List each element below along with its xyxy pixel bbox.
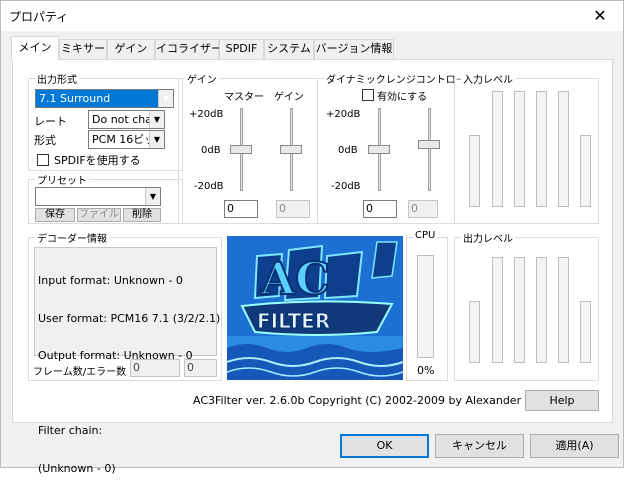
drc-slider2-track[interactable]: [428, 108, 431, 191]
spdif-checkbox[interactable]: [37, 154, 49, 166]
decoder-info-group: デコーダー情報 Input format: Unknown - 0 User f…: [28, 230, 222, 474]
chevron-down-icon[interactable]: ▼: [145, 188, 160, 205]
preset-select[interactable]: ▼: [35, 187, 161, 206]
preset-delete-button[interactable]: 削除: [123, 208, 161, 222]
title-bar: プロパティ ✕: [1, 1, 623, 31]
tab-main[interactable]: メイン: [11, 36, 59, 60]
tab-spdif[interactable]: SPDIF: [219, 39, 264, 59]
drc-slider1-thumb[interactable]: [368, 145, 390, 154]
drc-enable-label: 有効にする: [377, 92, 428, 103]
tab-panel-main: 出力形式 7.1 Surround ▼ レート Do not char ▼ 形式…: [12, 59, 613, 474]
input-meter-3: [514, 91, 525, 207]
input-meter-4: [536, 91, 547, 207]
cpu-meter: [417, 255, 434, 358]
output-format-group-title: 出力形式: [35, 71, 79, 86]
input-meter-5: [558, 91, 569, 207]
output-meter-6: [580, 301, 591, 363]
gain-label: ゲイン: [274, 92, 304, 103]
ok-button[interactable]: OK: [340, 434, 429, 458]
frames-errors-label: フレーム数/エラー数: [33, 367, 127, 378]
drc-enable-checkbox[interactable]: [362, 89, 374, 101]
output-meter-1: [469, 301, 480, 363]
drc-db-mid: 0dB: [338, 145, 358, 156]
preset-file-button[interactable]: ファイル: [77, 208, 121, 222]
decoder-line: [38, 388, 213, 401]
tab-bar: メイン ミキサー ゲイン イコライザー SPDIF システム バージョン情報: [1, 31, 623, 61]
output-format-select[interactable]: 7.1 Surround ▼: [35, 89, 174, 108]
preset-save-button[interactable]: 保存: [35, 208, 75, 222]
ac3filter-logo: AC FILTER: [227, 236, 403, 380]
input-level-group: 入力レベル: [454, 71, 599, 224]
apply-button[interactable]: 適用(A): [530, 434, 619, 458]
master-slider-thumb[interactable]: [230, 145, 252, 154]
logo-filter-text: FILTER: [257, 309, 330, 333]
input-meter-1: [469, 135, 480, 207]
decoder-line: (Unknown - 0): [38, 461, 116, 475]
gain-group: ゲイン マスター ゲイン +20dB 0dB -20dB 0 0: [178, 71, 318, 224]
gain-db-mid: 0dB: [201, 145, 221, 156]
rate-label: レート: [34, 115, 67, 128]
version-text: AC3Filter ver. 2.6.0b Copyright (C) 2002…: [193, 394, 574, 407]
input-level-group-title: 入力レベル: [461, 71, 515, 86]
cancel-button[interactable]: キャンセル: [435, 434, 524, 458]
logo-ac-text: AC: [260, 254, 330, 305]
chevron-down-icon[interactable]: ▼: [158, 90, 173, 107]
gain-db-top: +20dB: [189, 109, 224, 120]
ship-logo-icon: AC FILTER: [227, 236, 403, 380]
format-select[interactable]: PCM 16ビット ▼: [88, 130, 165, 149]
gain-group-title: ゲイン: [185, 71, 219, 86]
cpu-group-title: CPU: [413, 230, 438, 241]
decoder-line: Filter chain:: [38, 424, 103, 437]
frames-field: 0: [130, 359, 180, 377]
chevron-down-icon[interactable]: ▼: [149, 111, 164, 128]
format-label: 形式: [34, 134, 56, 147]
drc-slider2-thumb[interactable]: [418, 140, 440, 149]
cpu-group: CPU 0%: [406, 230, 448, 381]
rate-value: Do not char: [92, 113, 157, 126]
tab-gain[interactable]: ゲイン: [107, 39, 155, 59]
tab-version-info[interactable]: バージョン情報: [314, 39, 394, 59]
tab-equalizer[interactable]: イコライザー: [155, 39, 222, 59]
drc-value-field-1[interactable]: 0: [363, 200, 397, 218]
help-button[interactable]: Help: [525, 390, 599, 411]
spdif-checkbox-label: SPDIFを使用する: [54, 154, 141, 167]
decoder-info-group-title: デコーダー情報: [35, 230, 109, 245]
decoder-line: User format: PCM16 7.1 (3/2/2.1): [38, 311, 221, 325]
output-meter-3: [514, 257, 525, 363]
drc-value-field-2: 0: [408, 200, 438, 218]
tab-mixer[interactable]: ミキサー: [59, 39, 107, 59]
output-meter-4: [536, 257, 547, 363]
tab-system[interactable]: システム: [264, 39, 314, 59]
decoder-line: Input format: Unknown - 0: [38, 274, 183, 287]
gain-value-field: 0: [276, 200, 310, 218]
rate-select[interactable]: Do not char ▼: [88, 110, 165, 129]
master-value-field[interactable]: 0: [224, 200, 258, 218]
output-format-value: 7.1 Surround: [39, 92, 111, 105]
close-button[interactable]: ✕: [577, 1, 623, 31]
output-meter-2: [492, 257, 503, 363]
cpu-percent: 0%: [417, 364, 435, 377]
output-meter-5: [558, 257, 569, 363]
output-level-group-title: 出力レベル: [461, 230, 515, 245]
master-label: マスター: [224, 92, 264, 103]
input-meter-2: [492, 91, 503, 207]
gain-slider-thumb[interactable]: [280, 145, 302, 154]
chevron-down-icon[interactable]: ▼: [149, 131, 164, 148]
drc-group: ダイナミックレンジコントロール 有効にする +20dB 0dB -20dB 0 …: [317, 71, 478, 224]
decoder-info-text[interactable]: Input format: Unknown - 0 User format: P…: [34, 247, 221, 474]
output-level-group: 出力レベル: [454, 230, 599, 381]
properties-window: プロパティ ✕ メイン ミキサー ゲイン イコライザー SPDIF システム バ…: [0, 0, 624, 474]
gain-db-bot: -20dB: [194, 181, 224, 192]
drc-db-top: +20dB: [326, 109, 361, 120]
errors-field: 0: [184, 359, 217, 377]
input-meter-6: [580, 135, 591, 207]
preset-group-title: プリセット: [35, 172, 89, 187]
preset-group: プリセット ▼ 保存 ファイル 削除: [28, 172, 183, 224]
drc-db-bot: -20dB: [331, 181, 361, 192]
window-title: プロパティ: [9, 10, 69, 24]
output-format-group: 出力形式 7.1 Surround ▼ レート Do not char ▼ 形式…: [28, 71, 183, 171]
